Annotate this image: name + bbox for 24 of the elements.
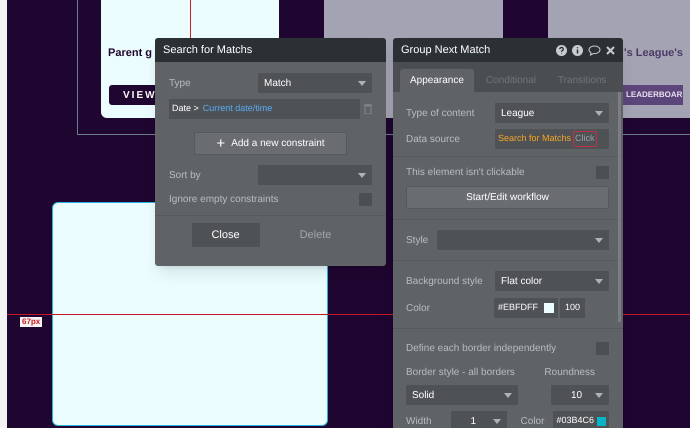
field-label: Type (169, 76, 191, 90)
field-label: Style (406, 234, 428, 248)
field-label: Sort by (169, 168, 201, 182)
field-label: This element isn't clickable (406, 166, 525, 180)
distance-label: 67px (20, 317, 42, 327)
field-label: Width (406, 414, 433, 428)
color-hex: #03B4C6 (556, 414, 594, 428)
field-label: Type of content (406, 106, 474, 120)
color-hex: #EBFDFF (498, 301, 538, 314)
constraint-value: Current date/time (202, 102, 272, 116)
panel-title: Search for Matchs (163, 42, 252, 58)
field-label: Ignore empty constraints (169, 193, 278, 207)
panel-title: Group Next Match (401, 42, 492, 58)
card-heading: 's League's (624, 46, 684, 61)
field-label: Roundness (544, 366, 595, 380)
field-label: Color (520, 414, 546, 428)
field-label: Define each border independently (406, 342, 556, 356)
field-label: Color (406, 302, 431, 316)
data-source-value: Search for Matchs (498, 132, 572, 146)
field-label: Data source (406, 132, 460, 146)
field-label: Border style - all borders (406, 366, 515, 380)
constraint-field: Date > (172, 102, 199, 116)
card-heading: Parent g (108, 46, 152, 61)
field-label: Background style (406, 274, 483, 288)
